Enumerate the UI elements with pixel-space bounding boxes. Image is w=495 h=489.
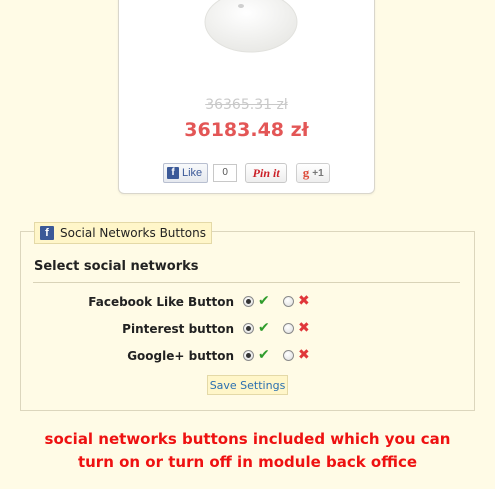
facebook-like-button[interactable]: f Like bbox=[163, 163, 209, 183]
enable-radio[interactable] bbox=[243, 350, 254, 361]
cross-icon: ✖ bbox=[298, 320, 310, 336]
google-plus-label: +1 bbox=[312, 167, 324, 179]
check-icon: ✔ bbox=[258, 320, 270, 336]
disable-radio[interactable] bbox=[283, 296, 294, 307]
enable-radio[interactable] bbox=[243, 296, 254, 307]
google-plus-button[interactable]: g +1 bbox=[296, 163, 331, 183]
old-price: 36365.31 zł bbox=[205, 97, 288, 113]
panel-legend: f Social Networks Buttons bbox=[34, 222, 213, 244]
disable-radio[interactable] bbox=[283, 350, 294, 361]
caption: social networks buttons included which y… bbox=[0, 428, 495, 474]
setting-row-facebook: Facebook Like Button ✔ ✖ bbox=[0, 293, 495, 312]
section-divider bbox=[33, 282, 460, 283]
pinterest-pin-button[interactable]: Pin it bbox=[245, 163, 288, 183]
product-image bbox=[204, 0, 298, 53]
social-buttons-preview: f Like 0 Pin it g +1 bbox=[163, 163, 331, 183]
check-icon: ✔ bbox=[258, 293, 270, 309]
caption-line-1: social networks buttons included which y… bbox=[44, 430, 451, 448]
setting-label: Google+ button bbox=[127, 349, 234, 363]
facebook-like-label: Like bbox=[182, 167, 203, 179]
product-card: 36365.31 zł 36183.48 zł f Like 0 Pin it … bbox=[118, 0, 375, 194]
setting-label: Pinterest button bbox=[122, 322, 234, 336]
disable-radio[interactable] bbox=[283, 323, 294, 334]
check-icon: ✔ bbox=[258, 347, 270, 363]
save-settings-button[interactable]: Save Settings bbox=[207, 375, 288, 395]
google-plus-icon: g bbox=[302, 165, 310, 180]
enable-radio[interactable] bbox=[243, 323, 254, 334]
new-price: 36183.48 zł bbox=[184, 119, 309, 141]
facebook-like-count: 0 bbox=[213, 164, 238, 182]
setting-row-pinterest: Pinterest button ✔ ✖ bbox=[0, 320, 495, 339]
setting-row-google-plus: Google+ button ✔ ✖ bbox=[0, 347, 495, 366]
cross-icon: ✖ bbox=[298, 347, 310, 363]
setting-label: Facebook Like Button bbox=[88, 295, 234, 309]
facebook-icon: f bbox=[40, 226, 54, 240]
section-title: Select social networks bbox=[34, 259, 199, 274]
facebook-icon: f bbox=[167, 167, 179, 179]
caption-line-2: turn on or turn off in module back offic… bbox=[77, 453, 418, 471]
cross-icon: ✖ bbox=[298, 293, 310, 309]
panel-legend-label: Social Networks Buttons bbox=[60, 226, 207, 240]
